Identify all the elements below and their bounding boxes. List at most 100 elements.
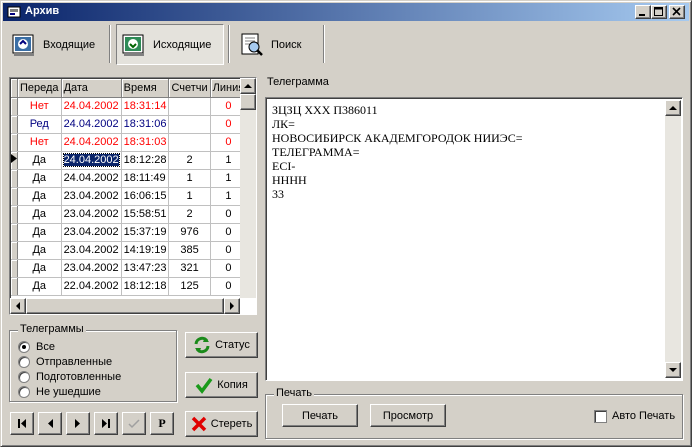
nav-p-button[interactable]: P [150,412,174,435]
tab-outgoing[interactable]: Исходящие [116,24,224,65]
cell-date[interactable]: 23.04.2002 [61,187,122,206]
table-row[interactable]: Да 22.04.2002 18:12:18 125 0 [11,277,240,296]
cell-sent-status[interactable]: Да [17,187,62,206]
radio-indicator[interactable] [18,386,30,398]
column-header-counter[interactable]: Счетчи [168,79,211,98]
table-row[interactable]: Да 23.04.2002 15:37:19 976 0 [11,223,240,242]
maximize-button[interactable] [651,5,667,19]
cell-sent-status[interactable]: Да [17,151,62,170]
memo-scroll-down-button[interactable] [665,362,681,378]
cell-time[interactable]: 18:31:03 [121,133,170,152]
cell-counter[interactable]: 1 [168,187,211,206]
scroll-right-button[interactable] [224,298,240,314]
cell-date[interactable]: 23.04.2002 [61,205,122,224]
cell-sent-status[interactable]: Да [17,169,62,188]
scroll-up-button[interactable] [240,78,256,94]
cell-date[interactable]: 23.04.2002 [61,241,122,260]
radio-indicator[interactable] [18,371,30,383]
cell-counter[interactable]: 2 [168,151,211,170]
memo-vertical-scrollbar[interactable] [665,100,681,378]
cell-sent-status[interactable]: Ред [17,115,62,134]
cell-time[interactable]: 18:31:06 [121,115,170,134]
cell-time[interactable]: 16:06:15 [121,187,170,206]
scroll-thumb[interactable] [240,94,256,110]
cell-counter[interactable] [168,133,211,152]
cell-line[interactable]: 1 [210,169,240,188]
nav-post-button[interactable] [122,412,146,435]
cell-time[interactable]: 15:58:51 [121,205,170,224]
nav-next-button[interactable] [66,412,90,435]
cell-counter[interactable]: 976 [168,223,211,242]
radio-not-sent[interactable]: Не ушедшие [18,385,101,399]
cell-time[interactable]: 13:47:23 [121,259,170,278]
radio-prepared[interactable]: Подготовленные [18,370,121,384]
cell-line[interactable]: 0 [210,97,240,116]
cell-line[interactable]: 0 [210,133,240,152]
delete-button[interactable]: Стереть [185,411,258,437]
cell-counter[interactable]: 385 [168,241,211,260]
cell-line[interactable]: 0 [210,205,240,224]
column-header-line[interactable]: Линия [210,79,240,98]
cell-line[interactable]: 0 [210,241,240,260]
table-row[interactable]: Да 23.04.2002 14:19:19 385 0 [11,241,240,260]
cell-date[interactable]: 24.04.2002 [61,169,122,188]
minimize-button[interactable] [635,5,651,19]
preview-button[interactable]: Просмотр [370,404,446,427]
nav-prior-button[interactable] [38,412,62,435]
cell-time[interactable]: 18:31:14 [121,97,170,116]
radio-all[interactable]: Все [18,340,55,354]
cell-sent-status[interactable]: Нет [17,133,62,152]
cell-sent-status[interactable]: Нет [17,97,62,116]
table-row[interactable]: Нет 24.04.2002 18:31:03 0 [11,133,240,152]
cell-time[interactable]: 18:11:49 [121,169,170,188]
cell-date[interactable]: 24.04.2002 [61,151,122,170]
column-header-sent[interactable]: Переда [17,79,62,98]
copy-button[interactable]: Копия [185,372,258,398]
cell-time[interactable]: 14:19:19 [121,241,170,260]
cell-counter[interactable] [168,115,211,134]
radio-indicator[interactable] [18,356,30,368]
tab-incoming[interactable]: Входящие [9,24,105,65]
cell-sent-status[interactable]: Да [17,259,62,278]
cell-counter[interactable]: 125 [168,277,211,296]
table-row[interactable]: Нет 24.04.2002 18:31:14 0 [11,97,240,116]
cell-date[interactable]: 24.04.2002 [61,97,122,116]
cell-date[interactable]: 22.04.2002 [61,277,122,296]
cell-date[interactable]: 23.04.2002 [61,259,122,278]
cell-sent-status[interactable]: Да [17,223,62,242]
scroll-left-button[interactable] [10,298,26,314]
cell-date[interactable]: 23.04.2002 [61,223,122,242]
cell-line[interactable]: 1 [210,151,240,170]
radio-indicator[interactable] [18,341,30,353]
nav-first-button[interactable] [10,412,34,435]
cell-counter[interactable]: 1 [168,169,211,188]
nav-last-button[interactable] [94,412,118,435]
cell-line[interactable]: 0 [210,115,240,134]
table-row[interactable]: Да 24.04.2002 18:11:49 1 1 [11,169,240,188]
table-row[interactable]: Да 23.04.2002 16:06:15 1 1 [11,187,240,206]
tab-search[interactable]: Поиск [237,24,321,65]
column-header-date[interactable]: Дата [61,79,122,98]
radio-sent[interactable]: Отправленные [18,355,112,369]
print-button[interactable]: Печать [282,404,358,427]
telegram-grid[interactable]: Переда Дата Время Счетчи Линия Нет 24.04.… [9,77,257,315]
table-row[interactable]: Да 24.04.2002 18:12:28 2 1 [11,151,240,170]
cell-sent-status[interactable]: Да [17,205,62,224]
close-button[interactable] [669,5,685,19]
cell-counter[interactable] [168,97,211,116]
table-row[interactable]: Да 23.04.2002 13:47:23 321 0 [11,259,240,278]
grid-vertical-scrollbar[interactable] [240,78,256,298]
cell-line[interactable]: 0 [210,259,240,278]
cell-sent-status[interactable]: Да [17,241,62,260]
cell-time[interactable]: 18:12:18 [121,277,170,296]
grid-horizontal-scrollbar[interactable] [10,298,240,314]
auto-print-checkbox[interactable] [594,410,607,423]
cell-line[interactable]: 0 [210,223,240,242]
cell-time[interactable]: 18:12:28 [121,151,170,170]
status-button[interactable]: Статус [185,332,258,358]
column-header-time[interactable]: Время [121,79,170,98]
memo-scroll-up-button[interactable] [665,100,681,116]
table-row[interactable]: Да 23.04.2002 15:58:51 2 0 [11,205,240,224]
cell-sent-status[interactable]: Да [17,277,62,296]
cell-line[interactable]: 1 [210,187,240,206]
